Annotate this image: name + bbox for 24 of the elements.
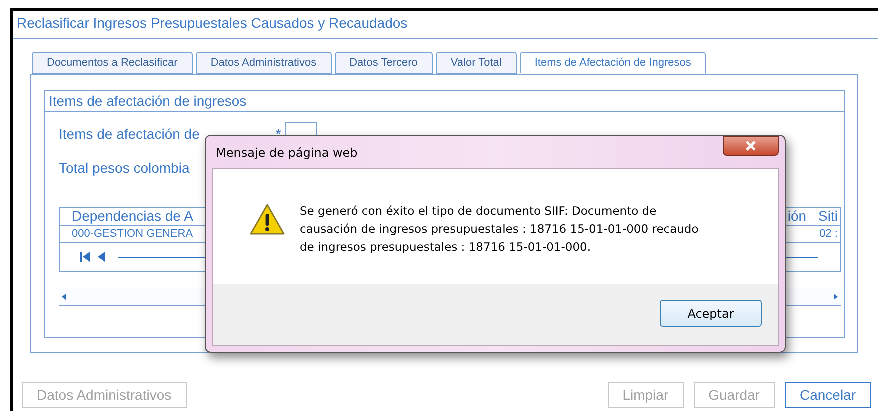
column-header: Siti [818, 207, 838, 226]
required-mark: * [276, 124, 282, 144]
dialog-title: Mensaje de página web [216, 145, 358, 162]
tab[interactable]: Valor Total [436, 52, 517, 74]
field-label: Total pesos colombia [59, 159, 191, 178]
tab[interactable]: Datos Tercero [334, 52, 433, 74]
first-page-icon[interactable] [80, 252, 92, 262]
close-button[interactable] [723, 136, 779, 156]
tab[interactable]: Documentos a Reclasificar [32, 52, 193, 74]
page-title: Reclasificar Ingresos Presupuestales Causados y Recaudados [13, 11, 878, 39]
section-title: Items de afectación de ingresos [45, 91, 844, 112]
table-cell-text: 000-GESTION GENERA [72, 226, 194, 242]
close-icon [745, 141, 757, 151]
table-cell-text: 02 : [820, 226, 838, 242]
warning-icon [249, 203, 286, 236]
column-header: ión [788, 207, 807, 226]
action-button[interactable]: Cancelar [784, 382, 871, 408]
column-header: Dependencias de A [72, 207, 194, 226]
tab[interactable]: Items de Afectación de Ingresos [520, 52, 706, 74]
tab[interactable]: Datos Administrativos [196, 52, 332, 74]
field-label: Items de afectación de [59, 124, 200, 144]
previous-page-icon[interactable] [98, 252, 106, 262]
dialog-message: Se generó con éxito el tipo de documento SIIF: Documento de causación de ingresos presupuestales : 18716 15-01-01-000 recaudo de ingresos presupuestales : 18716 15-01-01-000. [300, 203, 700, 256]
accept-button[interactable]: Aceptar [660, 300, 762, 327]
